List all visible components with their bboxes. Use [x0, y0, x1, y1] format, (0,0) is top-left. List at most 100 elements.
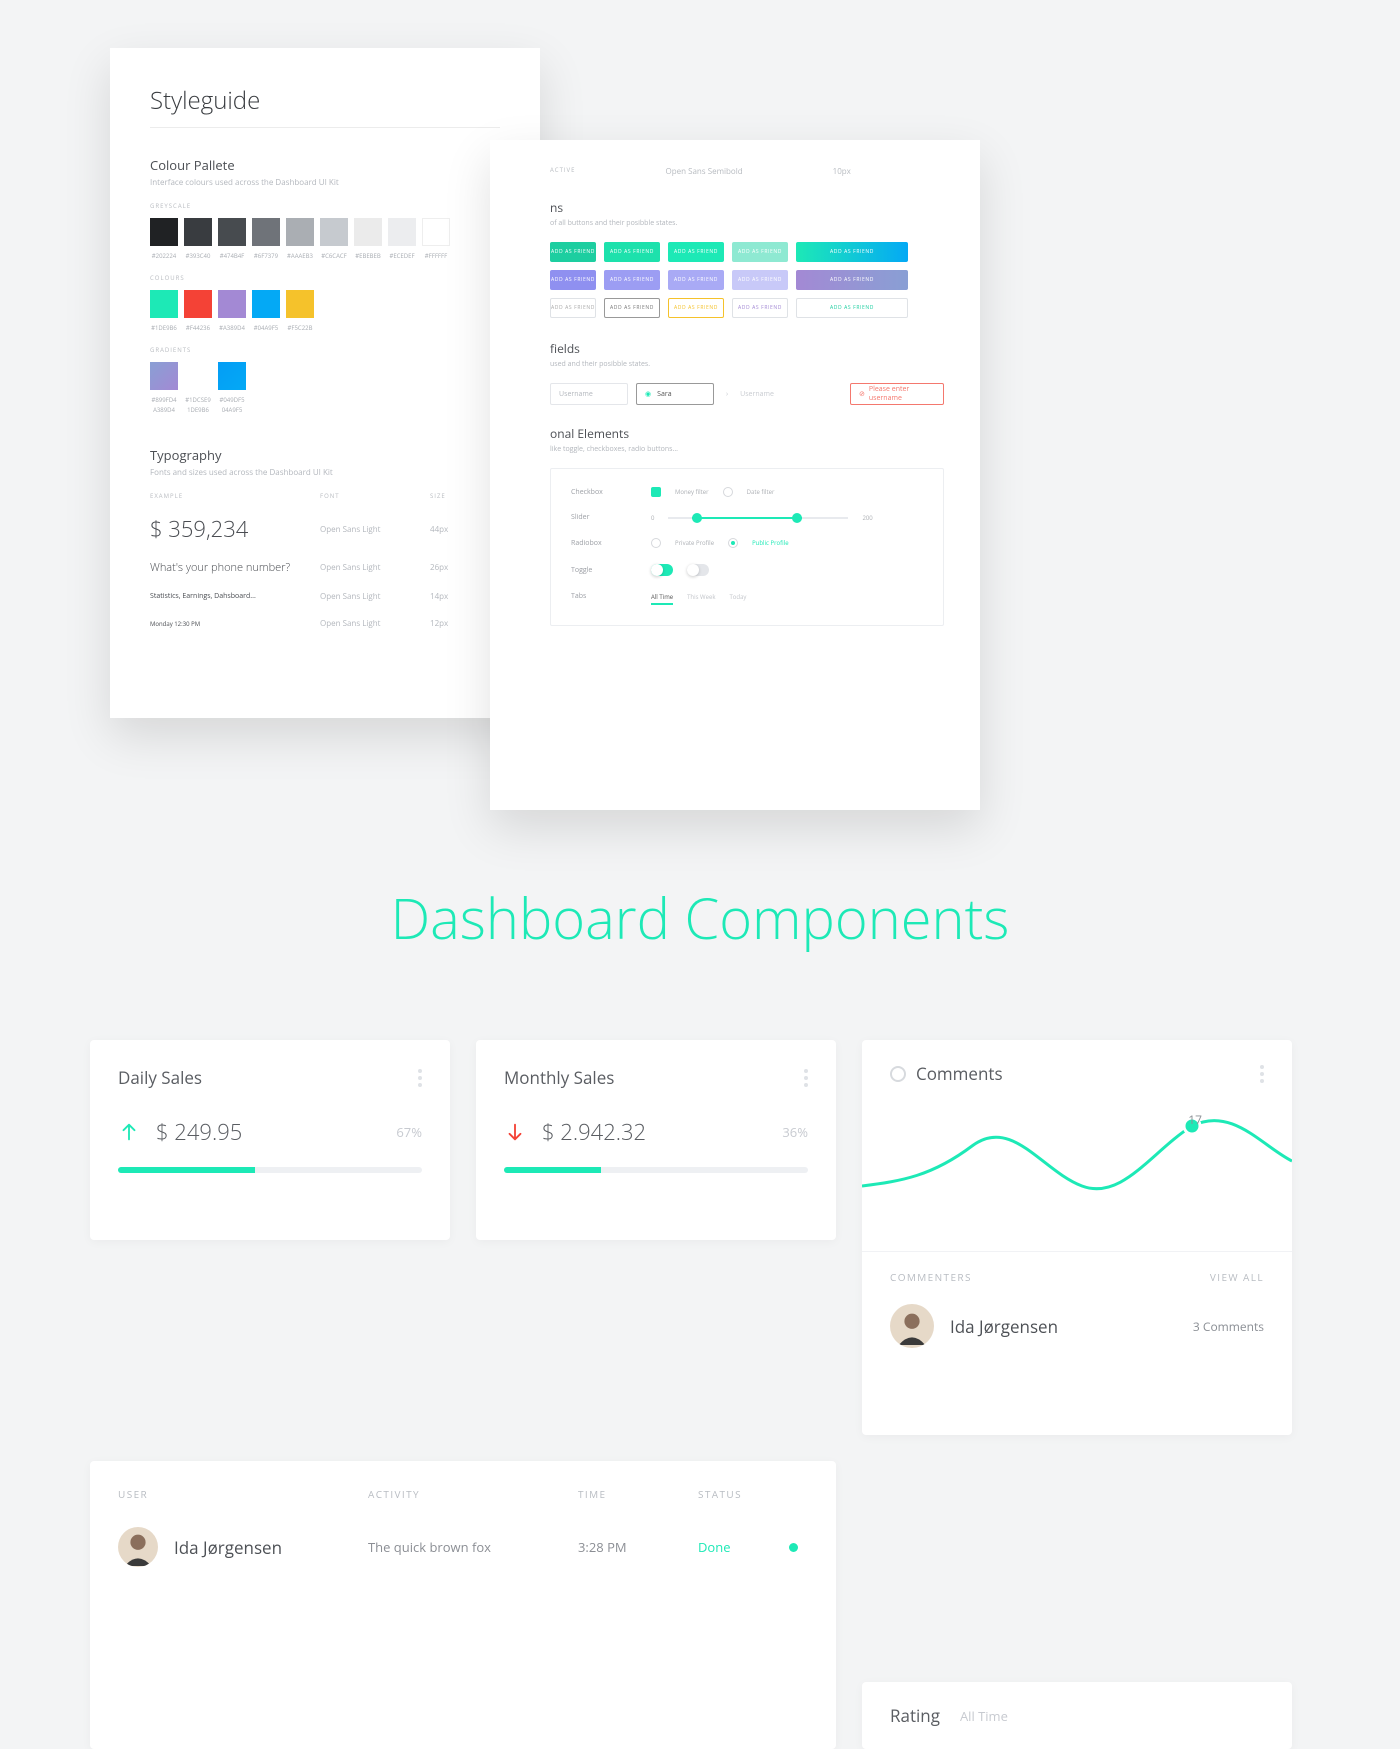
typo-font: Open Sans Light [320, 524, 430, 535]
typo-font: Open Sans Light [320, 618, 430, 629]
commenter-count: 3 Comments [1193, 1318, 1264, 1335]
typo-font: Open Sans Light [320, 591, 430, 602]
button-outline-1[interactable]: ADD AS FRIEND [550, 298, 596, 318]
sheet-top-row: ACTIVE Open Sans Semibold 10px [550, 166, 944, 177]
row-user: Ida Jørgensen [174, 1536, 282, 1559]
swatch [252, 290, 280, 318]
palette-heading: Colour Pallete [150, 156, 500, 174]
typo-size: 12px [430, 618, 480, 629]
col-activity: ACTIVITY [368, 1487, 578, 1501]
row-checkbox: Checkbox Money filter Date filter [571, 487, 923, 497]
tab-alltime[interactable]: All Time [651, 593, 673, 601]
button-purple-1[interactable]: ADD AS FRIEND [550, 270, 596, 290]
button-purple-4[interactable]: ADD AS FRIEND [732, 270, 788, 290]
typo-size: 44px [430, 524, 480, 535]
components-sheet: ACTIVE Open Sans Semibold 10px ns of all… [490, 140, 980, 810]
swatch [150, 218, 178, 246]
swatch-label: #474B4F [218, 252, 246, 260]
button-green-1[interactable]: ADD AS FRIEND [550, 242, 596, 262]
comments-card: Comments 17 COMMENTERS VIEW ALL [862, 1040, 1292, 1435]
button-green-2[interactable]: ADD AS FRIEND [604, 242, 660, 262]
typography-columns: EXAMPLE FONT SIZE [150, 492, 500, 500]
swatch-label: #04A9F5 [252, 324, 280, 332]
swatch-label: #AAAEB3 [286, 252, 314, 260]
field-default[interactable]: Username [550, 383, 628, 405]
button-outline-2[interactable]: ADD AS FRIEND [604, 298, 660, 318]
fields-heading: fields [550, 340, 944, 357]
button-purple-2[interactable]: ADD AS FRIEND [604, 270, 660, 290]
button-green-4[interactable]: ADD AS FRIEND [732, 242, 788, 262]
row-toggle: Toggle [571, 564, 923, 576]
styleguide-title: Styleguide [150, 84, 500, 128]
toggle-label: Toggle [571, 566, 651, 575]
colour-labels: #1DE9B6#F44236#A389D4#04A9F5#F5C22B [150, 324, 500, 332]
tab-thisweek[interactable]: This Week [687, 593, 715, 601]
radio-off[interactable] [651, 538, 661, 548]
button-green-3[interactable]: ADD AS FRIEND [668, 242, 724, 262]
typo-size: 26px [430, 562, 480, 573]
rating-title: Rating [890, 1704, 940, 1727]
typography-row: Statistics, Earnings, Dahsboard...Open S… [150, 591, 500, 602]
top-font: Open Sans Semibold [665, 166, 742, 177]
swatch [184, 218, 212, 246]
toggle-off[interactable] [687, 564, 709, 576]
button-outline-green[interactable]: ADD AS FRIEND [796, 298, 908, 318]
slider-label: Slider [571, 513, 651, 522]
button-purple-gradient[interactable]: ADD AS FRIEND [796, 270, 908, 290]
button-outline-3[interactable]: ADD AS FRIEND [668, 298, 724, 318]
greyscale-labels: #202224#393C40#474B4F#6F7379#AAAEB3#C6CA… [150, 252, 500, 260]
radio-on-label: Public Profile [752, 539, 789, 547]
daily-sales-card: Daily Sales $ 249.95 67% [90, 1040, 450, 1240]
swatch [218, 362, 246, 390]
more-icon[interactable] [418, 1069, 422, 1087]
field-error-text: Please enter username [869, 385, 935, 403]
table-row[interactable]: Ida Jørgensen The quick brown fox 3:28 P… [118, 1527, 808, 1567]
typography-row: $ 359,234Open Sans Light44px [150, 514, 500, 544]
swatch-label: 04A9F5 [218, 406, 246, 414]
typography-row: What's your phone number?Open Sans Light… [150, 560, 500, 575]
field-error[interactable]: ⊘Please enter username [850, 383, 944, 405]
field-value: Sara [657, 390, 671, 399]
view-all-link[interactable]: VIEW ALL [1210, 1270, 1264, 1284]
field-caret-icon: › [726, 390, 728, 399]
swatch-label: #6F7379 [252, 252, 280, 260]
swatch-label: A389D4 [150, 406, 178, 414]
avatar [890, 1304, 934, 1348]
toggle-on[interactable] [651, 564, 673, 576]
swatch [150, 362, 178, 390]
typography-sub: Fonts and sizes used across the Dashboar… [150, 467, 500, 478]
button-outline-purple[interactable]: ADD AS FRIEND [732, 298, 788, 318]
typo-example: Monday 12:30 PM [150, 620, 320, 628]
more-icon[interactable] [804, 1069, 808, 1087]
commenter-row[interactable]: Ida Jørgensen 3 Comments [890, 1304, 1264, 1348]
col-user: USER [118, 1487, 368, 1501]
palette-sub: Interface colours used across the Dashbo… [150, 177, 500, 188]
swatch-label: #F44236 [184, 324, 212, 332]
daily-progress [118, 1167, 422, 1173]
swatch-label: #049DF5 [218, 396, 246, 404]
button-green-gradient[interactable]: ADD AS FRIEND [796, 242, 908, 262]
more-icon[interactable] [1260, 1065, 1264, 1083]
swatch-label: #FFFFFF [422, 252, 450, 260]
swatch-label: #F5C22B [286, 324, 314, 332]
fields-row: Username ◉Sara › Username ⊘Please enter … [550, 383, 944, 405]
comments-chart: 17 [862, 1091, 1292, 1231]
checkbox-on[interactable] [651, 487, 661, 497]
typography-row: Monday 12:30 PMOpen Sans Light12px [150, 618, 500, 629]
checkbox-off[interactable] [723, 487, 733, 497]
row-status: Done [698, 1538, 731, 1556]
slider-track[interactable] [668, 517, 848, 519]
tab-today[interactable]: Today [729, 593, 746, 601]
comments-title: Comments [916, 1062, 1003, 1085]
gradient-labels-1: #899FD4#1DCSE9#049DF5 [150, 396, 500, 404]
row-time: 3:28 PM [578, 1538, 698, 1556]
checkbox-label: Checkbox [571, 488, 651, 497]
col-time: TIME [578, 1487, 698, 1501]
col-font: FONT [320, 492, 430, 500]
col-status: STATUS [698, 1487, 798, 1501]
comment-icon [890, 1066, 906, 1082]
button-purple-3[interactable]: ADD AS FRIEND [668, 270, 724, 290]
buttons-row-outline: ADD AS FRIEND ADD AS FRIEND ADD AS FRIEN… [550, 298, 944, 318]
radio-on[interactable] [728, 538, 738, 548]
field-focused[interactable]: ◉Sara [636, 383, 714, 405]
